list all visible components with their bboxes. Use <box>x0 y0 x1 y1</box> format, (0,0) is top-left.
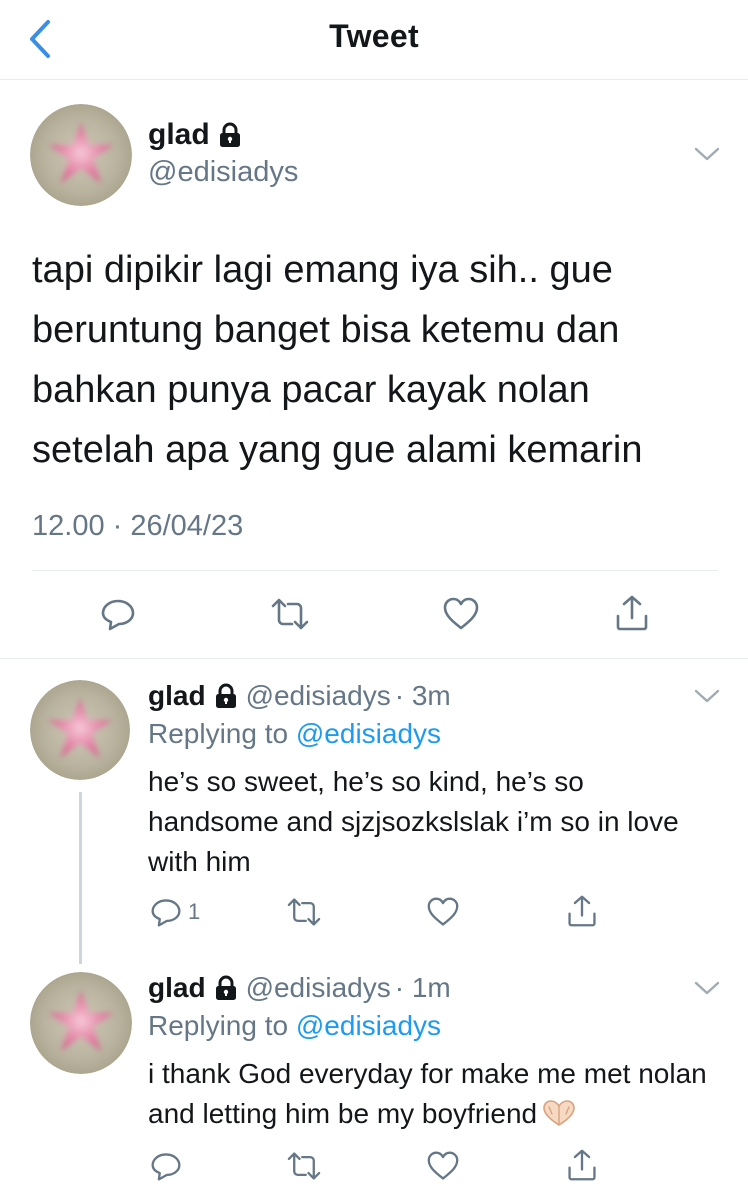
share-icon <box>568 895 596 927</box>
like-icon <box>443 597 479 630</box>
like-button[interactable] <box>426 896 460 928</box>
author-name[interactable]: glad <box>148 118 210 152</box>
relative-time: · 3m <box>394 680 451 711</box>
chevron-down-icon[interactable] <box>694 688 720 704</box>
reply-icon <box>101 599 135 631</box>
reply-icon <box>151 1153 181 1181</box>
reply-text: i thank God everyday for make me met nol… <box>148 1058 707 1129</box>
tweet-text: tapi dipikir lagi emang iya sih.. gue be… <box>32 249 643 471</box>
page-title: Tweet <box>329 18 419 54</box>
replying-to-prefix: Replying to <box>148 1010 296 1041</box>
chevron-down-icon[interactable] <box>694 980 720 996</box>
retweet-icon <box>287 898 321 926</box>
like-button[interactable] <box>426 1150 460 1182</box>
retweet-icon <box>287 1152 321 1180</box>
divider <box>32 570 718 571</box>
author-name[interactable]: glad <box>148 680 206 712</box>
avatar[interactable] <box>30 972 132 1074</box>
share-button[interactable] <box>566 1148 598 1182</box>
author-name[interactable]: glad <box>148 972 206 1004</box>
replying-to: Replying to @edisiadys <box>148 718 441 750</box>
author-handle[interactable]: @edisiadys <box>246 972 391 1004</box>
reply-button[interactable] <box>100 596 136 632</box>
divider <box>0 658 748 659</box>
reply-text-block: i thank God everyday for make me met nol… <box>148 1054 718 1134</box>
lock-icon <box>219 122 240 147</box>
replying-to-link[interactable]: @edisiadys <box>296 718 441 749</box>
share-button[interactable] <box>566 894 598 928</box>
retweet-icon <box>271 598 309 630</box>
author-handle[interactable]: @edisiadys <box>148 156 298 189</box>
like-icon <box>427 897 459 926</box>
retweet-button[interactable] <box>286 1150 322 1182</box>
reply-header: glad @edisiadys · 3m <box>148 680 451 712</box>
lock-icon <box>215 683 236 708</box>
navigation-bar: Tweet <box>0 0 748 80</box>
chevron-down-icon[interactable] <box>694 146 720 162</box>
thread-connector <box>79 792 82 964</box>
like-icon <box>427 1151 459 1180</box>
avatar[interactable] <box>30 104 132 206</box>
relative-time: · 1m <box>394 972 451 1003</box>
share-icon <box>568 1149 596 1181</box>
like-button[interactable] <box>442 596 480 632</box>
reply-text: he’s so sweet, he’s so kind, he’s so han… <box>148 766 679 877</box>
reply-header: glad @edisiadys · 1m <box>148 972 451 1004</box>
retweet-button[interactable] <box>286 896 322 928</box>
lock-icon <box>215 975 236 1000</box>
reply-count: 1 <box>188 899 201 924</box>
share-button[interactable] <box>614 594 650 632</box>
author-handle[interactable]: @edisiadys <box>246 680 391 712</box>
replying-to: Replying to @edisiadys <box>148 1010 441 1042</box>
avatar[interactable] <box>30 680 130 780</box>
tweet-timestamp: 12.00 · 26/04/23 <box>32 510 244 542</box>
replying-to-link[interactable]: @edisiadys <box>296 1010 441 1041</box>
heart-hands-emoji <box>543 1100 575 1126</box>
share-icon <box>616 595 648 631</box>
author-name-row: glad <box>148 118 242 152</box>
replying-to-prefix: Replying to <box>148 718 296 749</box>
reply-icon <box>151 899 181 927</box>
reply-button[interactable]: 1 <box>150 896 200 928</box>
retweet-button[interactable] <box>270 596 310 632</box>
reply-button[interactable] <box>150 1150 182 1182</box>
